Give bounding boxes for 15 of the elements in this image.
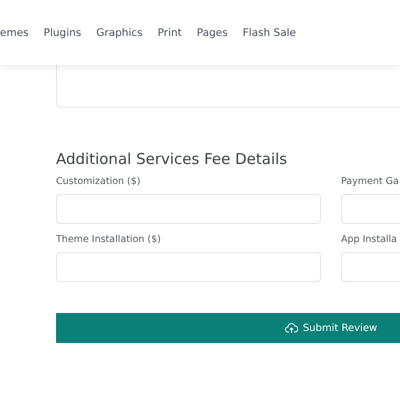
input-field[interactable] xyxy=(56,194,321,224)
nav-link[interactable]: Print xyxy=(158,26,182,38)
input-field[interactable] xyxy=(56,252,321,282)
nav-link[interactable]: Graphics xyxy=(96,26,143,38)
field-label: Customization ($) xyxy=(56,176,142,188)
cloud-upload-icon xyxy=(284,322,298,334)
nav-link[interactable]: emes xyxy=(0,26,29,38)
submit-button[interactable]: Submit Review xyxy=(56,313,400,343)
nav-link[interactable]: Flash Sale xyxy=(242,26,296,38)
nav-link[interactable]: Pages xyxy=(196,26,228,38)
field-label: App Installa xyxy=(341,234,398,246)
section-title: Additional Services Fee Details xyxy=(56,149,288,169)
field-label: Payment Ga xyxy=(341,176,400,188)
field-label: Theme Installation ($) xyxy=(56,234,162,246)
nav-link[interactable]: Plugins xyxy=(44,26,82,38)
